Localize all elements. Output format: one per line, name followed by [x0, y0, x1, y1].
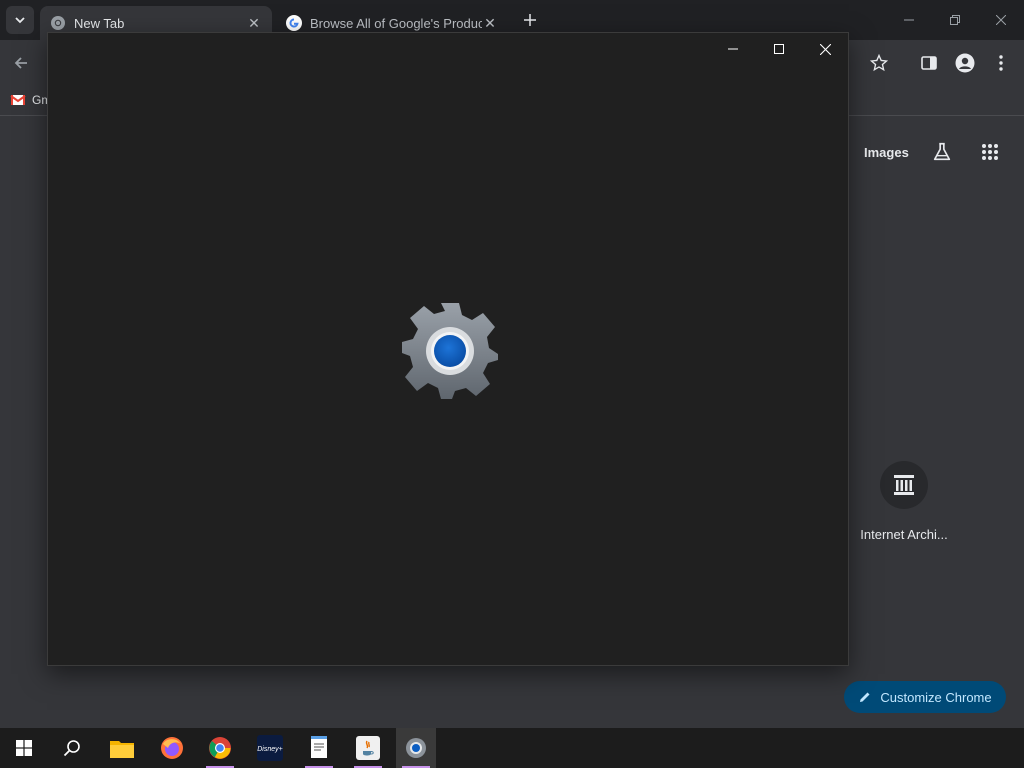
- close-icon: [996, 15, 1006, 25]
- minimize-icon: [728, 48, 738, 50]
- shortcut-internet-archive[interactable]: Internet Archi...: [856, 461, 952, 542]
- close-icon: [819, 43, 831, 55]
- pencil-icon: [860, 692, 870, 702]
- taskbar-notepad[interactable]: [299, 728, 339, 768]
- splash-minimize-button[interactable]: [710, 33, 756, 65]
- google-icon: [286, 15, 302, 31]
- notepad-icon: [311, 736, 327, 758]
- taskbar-file-explorer[interactable]: [102, 728, 142, 768]
- tab-title: New Tab: [74, 15, 125, 31]
- google-apps-button[interactable]: [977, 139, 1003, 165]
- minimize-button[interactable]: [886, 0, 932, 40]
- flask-icon: [933, 142, 951, 161]
- chevron-down-icon: [15, 17, 25, 24]
- side-panel-icon: [921, 56, 937, 70]
- taskbar-search-button[interactable]: [52, 728, 92, 768]
- svg-text:Disney+: Disney+: [257, 746, 282, 753]
- file-explorer-icon: [110, 741, 134, 758]
- side-panel-button[interactable]: [916, 50, 942, 76]
- profile-button[interactable]: [952, 50, 978, 76]
- images-link[interactable]: Images: [864, 145, 909, 160]
- taskbar-java[interactable]: [348, 728, 388, 768]
- new-tab-button[interactable]: [518, 8, 542, 32]
- taskbar-chrome[interactable]: [200, 728, 240, 768]
- minimize-icon: [904, 19, 914, 21]
- chrome-window-controls: [886, 0, 1024, 40]
- splash-maximize-button[interactable]: [756, 33, 802, 65]
- settings-gear-icon: [402, 303, 498, 399]
- restore-icon: [950, 15, 960, 25]
- maximize-icon: [774, 44, 784, 54]
- customize-chrome-button[interactable]: Customize Chrome: [844, 681, 1006, 713]
- firefox-icon: [161, 737, 183, 759]
- apps-grid-icon: [982, 144, 998, 160]
- java-icon: [356, 736, 380, 760]
- splash-window-controls: [710, 33, 848, 65]
- shortcut-label: Internet Archi...: [860, 527, 948, 542]
- close-tab-icon[interactable]: ✕: [246, 15, 262, 31]
- settings-icon: [406, 738, 426, 758]
- disney-plus-icon: Disney+: [257, 735, 283, 761]
- plus-icon: [524, 14, 536, 26]
- taskbar-firefox[interactable]: [152, 728, 192, 768]
- start-icon: [16, 740, 32, 756]
- star-icon: [870, 54, 888, 72]
- chrome-icon: [51, 16, 65, 30]
- back-button[interactable]: [8, 50, 34, 76]
- start-button[interactable]: [4, 728, 44, 768]
- more-vert-icon: [999, 55, 1003, 71]
- customize-label: Customize Chrome: [880, 689, 992, 705]
- close-button[interactable]: [978, 0, 1024, 40]
- menu-button[interactable]: [988, 50, 1014, 76]
- search-icon: [63, 740, 80, 757]
- chrome-icon: [209, 737, 231, 759]
- profile-icon: [955, 53, 975, 73]
- tab-search-button[interactable]: [6, 6, 34, 34]
- labs-button[interactable]: [929, 139, 955, 165]
- taskbar: Disney+: [0, 728, 1024, 768]
- back-arrow-icon: [14, 57, 27, 69]
- bookmark-star-button[interactable]: [866, 50, 892, 76]
- splash-close-button[interactable]: [802, 33, 848, 65]
- tab-title: Browse All of Google's Products: [310, 15, 482, 31]
- close-tab-icon[interactable]: ✕: [482, 15, 498, 31]
- archive-building-icon: [894, 475, 914, 495]
- taskbar-disney-plus[interactable]: Disney+: [250, 728, 290, 768]
- taskbar-settings[interactable]: [396, 728, 436, 768]
- gmail-icon: [10, 95, 26, 105]
- settings-splash-window: [47, 32, 849, 666]
- shortcut-icon-circle: [880, 461, 928, 509]
- bookmark-gmail[interactable]: Gm: [10, 92, 51, 108]
- restore-button[interactable]: [932, 0, 978, 40]
